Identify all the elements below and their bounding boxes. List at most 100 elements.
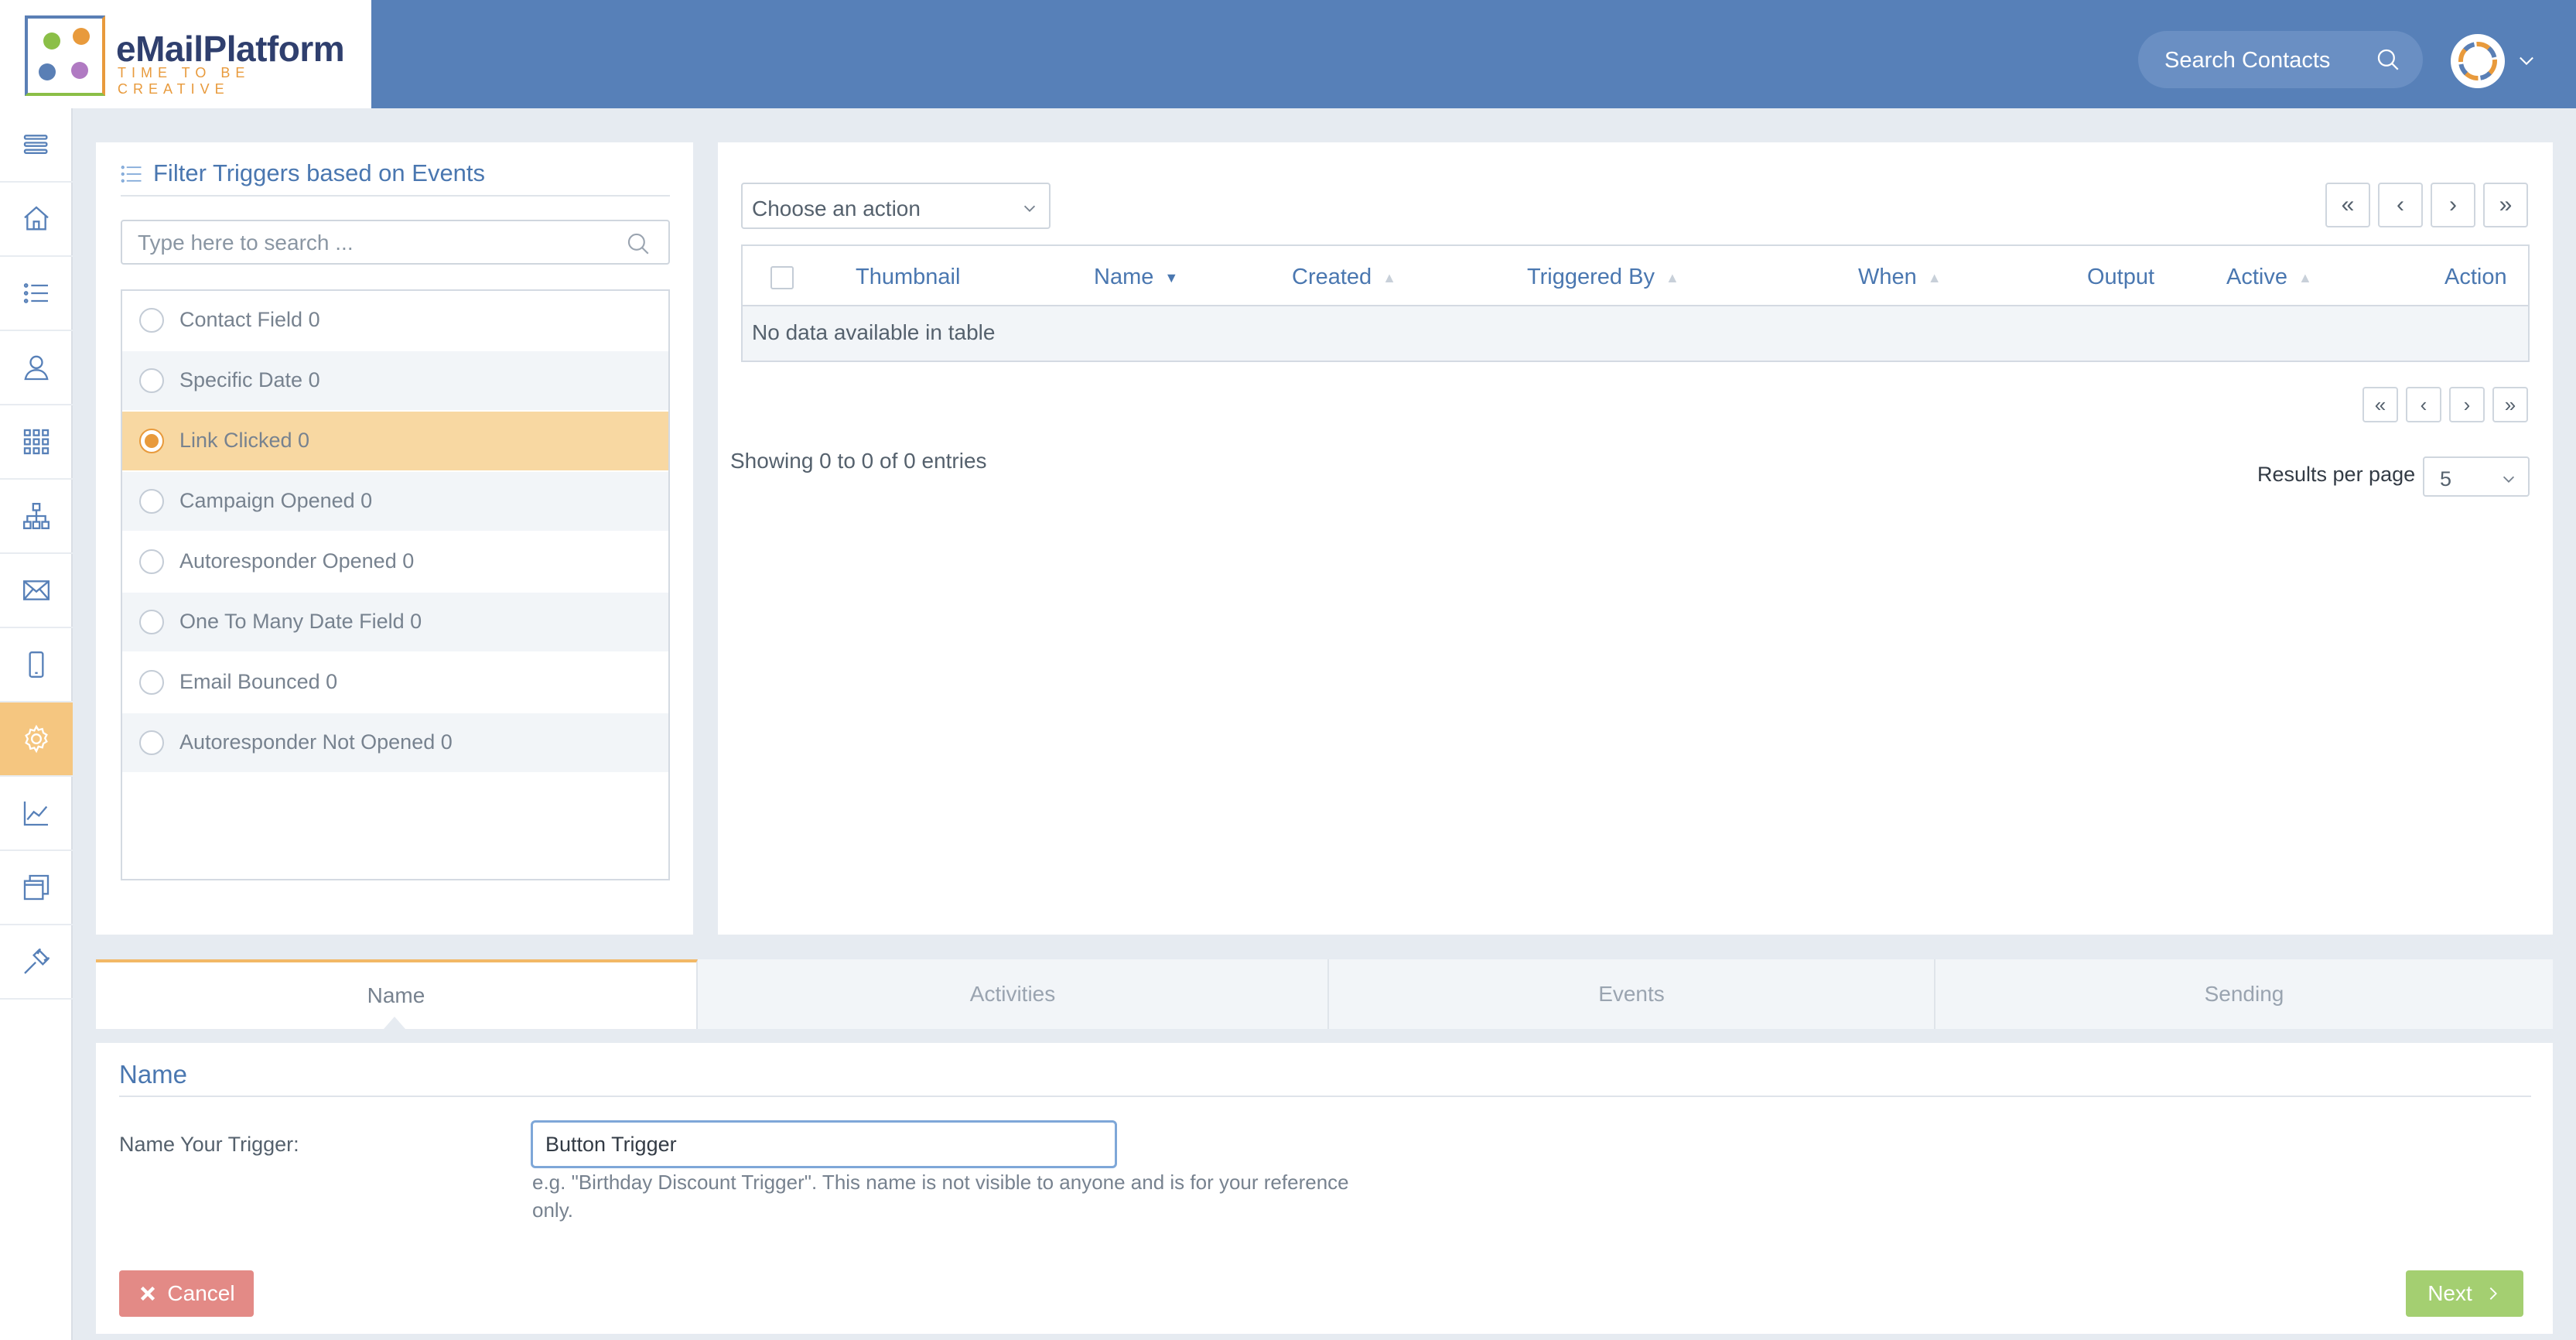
event-label: Specific Date 0 (179, 368, 320, 391)
divider (121, 195, 670, 197)
section-title: Name (119, 1060, 188, 1089)
trigger-name-help: e.g. "Birthday Discount Trigger". This n… (532, 1171, 1349, 1222)
column-header-active[interactable]: Active ▲ (2226, 265, 2312, 290)
cancel-button[interactable]: Cancel (119, 1270, 254, 1317)
column-header-output: Output (2087, 265, 2155, 289)
first-page-button[interactable]: « (2362, 387, 2398, 422)
avatar-logo-icon (2458, 42, 2497, 80)
event-search-input[interactable] (138, 231, 602, 255)
event-label: Campaign Opened 0 (179, 489, 373, 512)
prev-page-button[interactable]: ‹ (2378, 183, 2423, 227)
sidebar-item-sitemap[interactable] (0, 480, 73, 554)
brand-tagline: TIME TO BE CREATIVE (118, 65, 251, 97)
radio-button[interactable] (139, 730, 164, 755)
trigger-name-input[interactable] (531, 1120, 1117, 1168)
tab-sending[interactable]: Sending (1935, 959, 2553, 1029)
radio-button[interactable] (139, 489, 164, 514)
event-label: Email Bounced 0 (179, 670, 338, 693)
radio-button[interactable] (139, 308, 164, 333)
next-page-button[interactable]: › (2449, 387, 2485, 422)
brand-name: eMailPlatform (116, 29, 345, 69)
search-icon[interactable] (2375, 46, 2401, 73)
column-header-name[interactable]: Name ▼ (1094, 265, 1178, 290)
sidebar-item-apps[interactable] (0, 405, 73, 480)
filter-title: Filter Triggers based on Events (153, 159, 486, 186)
first-page-button[interactable]: « (2325, 183, 2370, 227)
radio-button[interactable] (139, 368, 164, 393)
event-label: Contact Field 0 (179, 308, 320, 331)
results-per-page-select[interactable]: 5 (2423, 456, 2530, 497)
event-option[interactable]: Link Clicked 0 (122, 412, 668, 470)
sidebar-item-windows[interactable] (0, 851, 73, 925)
search-contacts-placeholder: Search Contacts (2164, 48, 2331, 73)
table-row: No data available in table (743, 306, 2528, 361)
radio-button[interactable] (139, 549, 164, 574)
divider (119, 1096, 2531, 1097)
cancel-label: Cancel (167, 1281, 235, 1305)
bulk-action-value: Choose an action (752, 197, 921, 220)
search-contacts-field[interactable]: Search Contacts (2138, 31, 2423, 88)
last-page-button[interactable]: » (2492, 387, 2528, 422)
sidebar-item-integrations[interactable] (0, 925, 73, 1000)
list-icon (23, 283, 48, 303)
sidebar-item-settings[interactable] (0, 702, 73, 777)
event-option[interactable]: Contact Field 0 (122, 291, 668, 350)
next-label: Next (2427, 1281, 2472, 1305)
sidebar-item-menu-toggle[interactable] (0, 108, 73, 183)
entries-count: Showing 0 to 0 of 0 entries (730, 449, 987, 473)
sidebar-item-home[interactable] (0, 183, 73, 257)
gear-icon (25, 724, 48, 754)
event-option[interactable]: Autoresponder Opened 0 (122, 532, 668, 591)
table-header: Thumbnail Name ▼ Created ▲ Triggered By ▲ W… (743, 246, 2528, 306)
logo[interactable]: eMailPlatform TIME TO BE CREATIVE (0, 0, 371, 108)
logo-mark-icon (25, 15, 105, 96)
sidebar-item-mobile[interactable] (0, 628, 73, 702)
radio-button[interactable] (139, 670, 164, 695)
column-header-created[interactable]: Created ▲ (1292, 265, 1396, 290)
avatar[interactable] (2451, 34, 2505, 88)
sidebar-item-mail[interactable] (0, 554, 73, 628)
sidebar-item-contacts[interactable] (0, 331, 73, 405)
home-icon (24, 206, 49, 231)
empty-table-message: No data available in table (752, 320, 996, 344)
event-label: Autoresponder Opened 0 (179, 549, 415, 573)
results-per-page-value: 5 (2440, 467, 2452, 491)
next-page-button[interactable]: › (2431, 183, 2475, 227)
sort-icon: ▲ (2298, 269, 2312, 285)
bulk-action-select[interactable]: Choose an action (741, 183, 1051, 229)
sidebar-item-reports[interactable] (0, 777, 73, 851)
sidebar (0, 108, 73, 1340)
event-option[interactable]: Email Bounced 0 (122, 653, 668, 712)
event-option[interactable]: Campaign Opened 0 (122, 472, 668, 531)
column-header-thumbnail: Thumbnail (856, 265, 961, 289)
radio-button[interactable] (139, 429, 164, 453)
tab-activities[interactable]: Activities (698, 959, 1329, 1029)
list-icon (121, 166, 142, 183)
event-label: Autoresponder Not Opened 0 (179, 730, 453, 754)
last-page-button[interactable]: » (2483, 183, 2528, 227)
event-option[interactable]: Autoresponder Not Opened 0 (122, 713, 668, 772)
results-per-page-label: Results per page (2257, 463, 2416, 486)
prev-page-button[interactable]: ‹ (2406, 387, 2441, 422)
active-tab-indicator (384, 1017, 405, 1029)
sitemap-icon (23, 503, 50, 529)
select-all-checkbox[interactable] (770, 266, 794, 289)
plug-icon (24, 948, 50, 974)
chevron-down-icon[interactable] (2516, 50, 2537, 71)
radio-button[interactable] (139, 610, 164, 634)
mobile-icon (29, 651, 44, 678)
chevron-right-icon (2489, 1287, 2497, 1300)
tab-events[interactable]: Events (1329, 959, 1935, 1029)
next-button[interactable]: Next (2406, 1270, 2523, 1317)
sidebar-item-lists[interactable] (0, 257, 73, 331)
event-search-field[interactable] (121, 220, 670, 265)
trigger-name-label: Name Your Trigger: (119, 1133, 299, 1156)
search-icon[interactable] (625, 231, 651, 257)
column-header-triggered-by[interactable]: Triggered By ▲ (1527, 265, 1679, 290)
event-option[interactable]: Specific Date 0 (122, 351, 668, 410)
mail-icon (23, 580, 50, 600)
column-header-when[interactable]: When ▲ (1858, 265, 1942, 290)
wizard-tabs: Name Activities Events Sending (96, 959, 2553, 1029)
apps-grid-icon (23, 429, 50, 455)
event-option[interactable]: One To Many Date Field 0 (122, 593, 668, 651)
